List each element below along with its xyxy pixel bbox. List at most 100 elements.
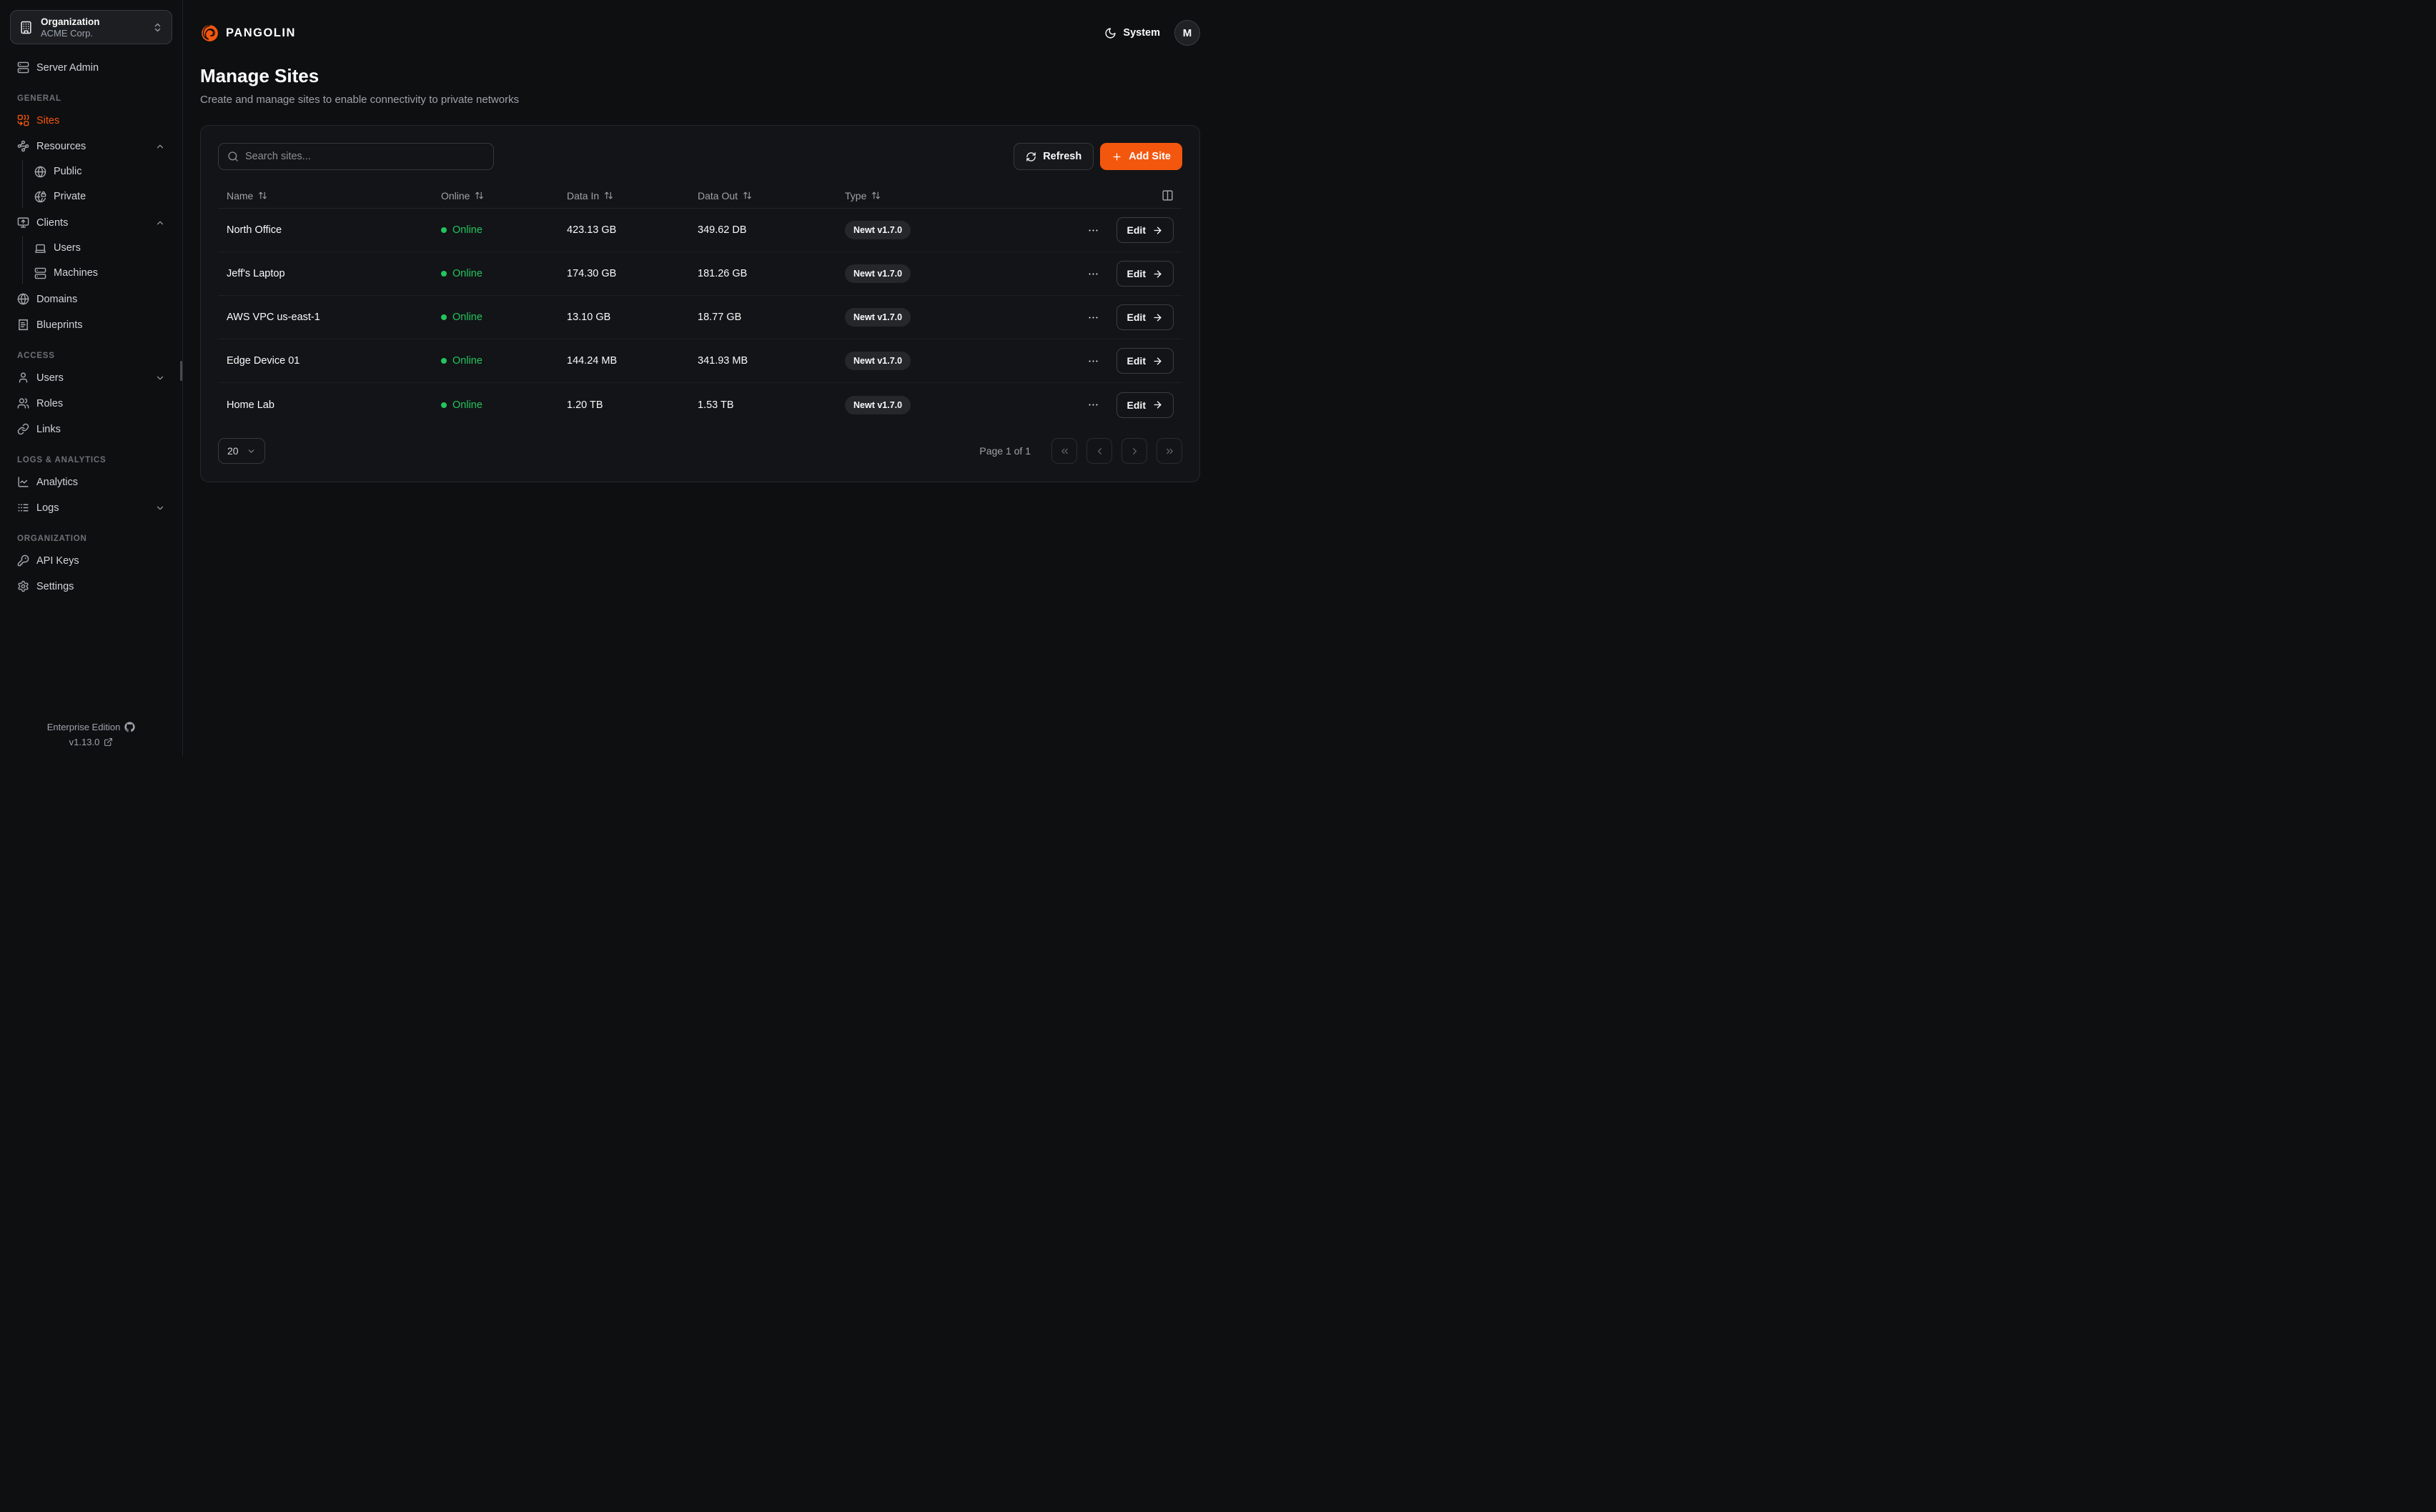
org-selector[interactable]: Organization ACME Corp.: [10, 10, 172, 44]
sidebar-item-links[interactable]: Links: [10, 417, 172, 441]
site-data-out: 341.93 MB: [689, 355, 836, 367]
row-menu-button[interactable]: [1086, 397, 1101, 412]
sidebar: Organization ACME Corp. Server AdminGENE…: [0, 0, 183, 756]
row-menu-button[interactable]: [1086, 310, 1101, 325]
sidebar-item-api-keys[interactable]: API Keys: [10, 549, 172, 572]
sidebar-item-public[interactable]: Public: [27, 160, 172, 183]
section-label: ACCESS: [10, 352, 172, 360]
table-row: Edge Device 01Online144.24 MB341.93 MBNe…: [218, 339, 1182, 383]
edit-button[interactable]: Edit: [1116, 348, 1174, 374]
row-menu-button[interactable]: [1086, 267, 1101, 282]
sidebar-item-users[interactable]: Users: [27, 237, 172, 259]
column-header-online[interactable]: Online: [432, 190, 558, 202]
toggle-columns-button[interactable]: [1162, 189, 1174, 202]
online-dot-icon: [441, 314, 447, 320]
row-actions: Edit: [1011, 304, 1182, 330]
row-menu-button[interactable]: [1086, 354, 1101, 369]
search-box: [218, 143, 494, 170]
column-header-dataOut[interactable]: Data Out: [689, 190, 836, 202]
page-header: Manage Sites Create and manage sites to …: [200, 65, 1200, 106]
sidebar-item-label: Public: [54, 166, 82, 177]
ellipsis-icon: [1087, 399, 1099, 411]
site-data-in: 174.30 GB: [558, 268, 689, 279]
sidebar-item-server-admin[interactable]: Server Admin: [10, 56, 172, 79]
edit-button[interactable]: Edit: [1116, 392, 1174, 418]
search-input[interactable]: [245, 151, 485, 162]
edition-link[interactable]: Enterprise Edition: [47, 722, 136, 732]
sidebar-item-label: Users: [54, 242, 81, 254]
online-label: Online: [452, 355, 482, 367]
column-header-label: Type: [845, 190, 866, 202]
site-type-badge: Newt v1.7.0: [845, 396, 911, 414]
monitor-up-icon: [17, 217, 29, 229]
row-menu-button[interactable]: [1086, 223, 1101, 238]
sidebar-item-label: Sites: [36, 115, 59, 126]
online-label: Online: [452, 399, 482, 411]
version-link[interactable]: v1.13.0: [69, 737, 114, 747]
pagination: 20 Page 1 of 1: [218, 438, 1182, 464]
next-page-button[interactable]: [1122, 438, 1147, 464]
refresh-button[interactable]: Refresh: [1014, 143, 1094, 170]
sidebar-item-logs[interactable]: Logs: [10, 496, 172, 519]
edit-button[interactable]: Edit: [1116, 304, 1174, 330]
add-site-button[interactable]: Add Site: [1100, 143, 1182, 170]
site-status: Online: [432, 268, 558, 279]
user-avatar[interactable]: M: [1174, 20, 1200, 46]
site-data-out: 181.26 GB: [689, 268, 836, 279]
column-header-name[interactable]: Name: [218, 190, 432, 202]
ellipsis-icon: [1087, 268, 1099, 280]
search-icon: [227, 151, 239, 162]
edit-button[interactable]: Edit: [1116, 261, 1174, 287]
site-data-out: 1.53 TB: [689, 399, 836, 411]
sidebar-item-label: Resources: [36, 141, 86, 152]
sidebar-item-domains[interactable]: Domains: [10, 287, 172, 311]
sidebar-item-clients[interactable]: Clients: [10, 211, 172, 234]
column-header-type[interactable]: Type: [836, 190, 1011, 202]
arrow-right-icon: [1152, 312, 1163, 323]
site-type-badge: Newt v1.7.0: [845, 264, 911, 283]
sidebar-item-label: Settings: [36, 581, 74, 592]
online-dot-icon: [441, 271, 447, 277]
column-header-actions: [1011, 189, 1182, 202]
last-page-button[interactable]: [1157, 438, 1182, 464]
prev-page-button[interactable]: [1086, 438, 1112, 464]
arrow-up-down-icon: [475, 191, 484, 200]
pangolin-logo-icon: [200, 24, 219, 43]
table-row: Jeff's LaptopOnline174.30 GB181.26 GB New…: [218, 252, 1182, 296]
site-type-badge: Newt v1.7.0: [845, 221, 911, 239]
laptop-icon: [34, 242, 46, 254]
edit-button-label: Edit: [1127, 355, 1146, 367]
toolbar-actions: Refresh Add Site: [1014, 143, 1182, 170]
topbar-right: System M: [1104, 20, 1200, 46]
site-name: Home Lab: [218, 399, 432, 411]
sidebar-item-label: Machines: [54, 267, 98, 279]
sidebar-item-sites[interactable]: Sites: [10, 109, 172, 132]
online-dot-icon: [441, 227, 447, 233]
page-title: Manage Sites: [200, 65, 1200, 87]
table-body: North OfficeOnline423.13 GB349.62 DBNewt…: [218, 209, 1182, 427]
sidebar-item-machines[interactable]: Machines: [27, 262, 172, 284]
sidebar-item-analytics[interactable]: Analytics: [10, 470, 172, 494]
chevron-down-icon: [247, 447, 256, 456]
page-size-select[interactable]: 20: [218, 438, 265, 464]
chevron-up-icon: [155, 141, 165, 151]
sidebar-footer: Enterprise Edition v1.13.0: [0, 717, 182, 747]
sidebar-item-label: Analytics: [36, 477, 78, 488]
column-header-dataIn[interactable]: Data In: [558, 190, 689, 202]
sidebar-item-label: API Keys: [36, 555, 79, 567]
sidebar-item-private[interactable]: Private: [27, 185, 172, 208]
site-name: Jeff's Laptop: [218, 268, 432, 279]
sidebar-item-blueprints[interactable]: Blueprints: [10, 313, 172, 337]
chevrons-right-icon: [1164, 446, 1175, 457]
sidebar-item-settings[interactable]: Settings: [10, 575, 172, 598]
sidebar-scrollbar-thumb[interactable]: [180, 361, 182, 381]
sidebar-item-resources[interactable]: Resources: [10, 134, 172, 158]
pagination-controls: Page 1 of 1: [979, 438, 1182, 464]
first-page-button[interactable]: [1051, 438, 1077, 464]
user-icon: [17, 372, 29, 384]
theme-toggle[interactable]: System: [1104, 27, 1160, 39]
edit-button[interactable]: Edit: [1116, 217, 1174, 243]
arrow-right-icon: [1152, 399, 1163, 410]
sidebar-item-users[interactable]: Users: [10, 366, 172, 389]
sidebar-item-roles[interactable]: Roles: [10, 392, 172, 415]
